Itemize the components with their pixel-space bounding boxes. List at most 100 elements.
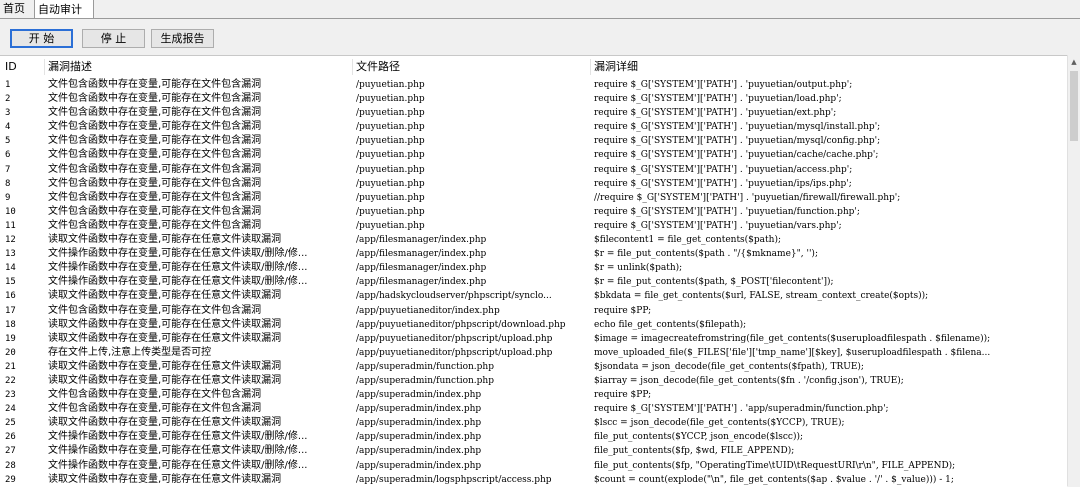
table-row[interactable]: 25 读取文件函数中存在变量,可能存在任意文件读取漏洞/app/superadmi… [0, 416, 1067, 430]
column-header-id[interactable]: ID [5, 56, 41, 78]
cell-detail: require $_G['SYSTEM']['PATH'] . 'puyueti… [594, 164, 853, 175]
table-row[interactable]: 23 文件包含函数中存在变量,可能存在文件包含漏洞/app/superadmin/… [0, 388, 1067, 402]
cell-file-path: /app/puyuetianeditor/phpscript/upload.ph… [356, 333, 553, 344]
cell-detail: require $PP; [594, 305, 652, 316]
column-divider[interactable] [44, 59, 45, 75]
cell-id: 10 [5, 206, 16, 217]
table-row[interactable]: 20 存在文件上传,注意上传类型是否可控/app/puyuetianeditor/… [0, 346, 1067, 360]
table-row[interactable]: 1 文件包含函数中存在变量,可能存在文件包含漏洞/puyuetian.php req… [0, 78, 1067, 92]
cell-detail: require $_G['SYSTEM']['PATH'] . 'puyueti… [594, 94, 842, 105]
table-row[interactable]: 21 读取文件函数中存在变量,可能存在任意文件读取漏洞/app/superadmi… [0, 360, 1067, 374]
cell-description: 文件包含函数中存在变量,可能存在文件包含漏洞 [48, 219, 262, 231]
column-header-detail[interactable]: 漏洞详细 [594, 56, 1064, 78]
cell-detail: $lscc = json_decode(file_get_contents($Y… [594, 418, 845, 429]
table-row[interactable]: 22 读取文件函数中存在变量,可能存在任意文件读取漏洞/app/superadmi… [0, 374, 1067, 388]
scroll-up-arrow-icon[interactable]: ▲ [1068, 55, 1080, 69]
table-row[interactable]: 18 读取文件函数中存在变量,可能存在任意文件读取漏洞/app/puyuetian… [0, 318, 1067, 332]
cell-detail: file_put_contents($fp, $wd, FILE_APPEND)… [594, 446, 795, 457]
cell-description: 读取文件函数中存在变量,可能存在任意文件读取漏洞 [48, 290, 282, 302]
cell-id: 16 [5, 291, 16, 302]
cell-description: 读取文件函数中存在变量,可能存在任意文件读取漏洞 [48, 417, 282, 429]
table-row[interactable]: 6 文件包含函数中存在变量,可能存在文件包含漏洞/puyuetian.php req… [0, 148, 1067, 162]
cell-detail: $filecontent1 = file_get_contents($path)… [594, 235, 781, 246]
cell-detail: $image = imagecreatefromstring(file_get_… [594, 333, 991, 344]
cell-description: 文件包含函数中存在变量,可能存在文件包含漏洞 [48, 163, 262, 175]
cell-file-path: /app/superadmin/index.php [356, 390, 482, 401]
cell-id: 13 [5, 249, 16, 260]
table-row[interactable]: 29 读取文件函数中存在变量,可能存在任意文件读取漏洞/app/superadmi… [0, 473, 1067, 487]
table-row[interactable]: 2 文件包含函数中存在变量,可能存在文件包含漏洞/puyuetian.php req… [0, 92, 1067, 106]
table-row[interactable]: 10 文件包含函数中存在变量,可能存在文件包含漏洞/puyuetian.php re… [0, 205, 1067, 219]
cell-detail: require $_G['SYSTEM']['PATH'] . 'puyueti… [594, 136, 881, 147]
tab-bar: 首页 自动审计 [0, 0, 1080, 19]
table-row[interactable]: 26 文件操作函数中存在变量,可能存在任意文件读取/删除/修... /app/sup… [0, 430, 1067, 444]
cell-description: 文件包含函数中存在变量,可能存在文件包含漏洞 [48, 304, 262, 316]
table-row[interactable]: 14 文件操作函数中存在变量,可能存在任意文件读取/删除/修... /app/fil… [0, 261, 1067, 275]
column-header-description[interactable]: 漏洞描述 [48, 56, 353, 78]
results-table[interactable]: ID 漏洞描述 文件路径 漏洞详细 1 文件包含函数中存在变量,可能存在文件包含漏… [0, 55, 1067, 487]
tab-home[interactable]: 首页 [0, 0, 34, 17]
vertical-scrollbar[interactable]: ▲ [1067, 55, 1080, 486]
table-row[interactable]: 5 文件包含函数中存在变量,可能存在文件包含漏洞/puyuetian.php req… [0, 134, 1067, 148]
cell-file-path: /puyuetian.php [356, 108, 425, 119]
table-row[interactable]: 12 读取文件函数中存在变量,可能存在任意文件读取漏洞/app/filesmana… [0, 233, 1067, 247]
table-row[interactable]: 27 文件操作函数中存在变量,可能存在任意文件读取/删除/修... /app/sup… [0, 444, 1067, 458]
table-row[interactable]: 19 读取文件函数中存在变量,可能存在任意文件读取漏洞/app/puyuetian… [0, 332, 1067, 346]
column-header-file-path[interactable]: 文件路径 [356, 56, 591, 78]
table-header: ID 漏洞描述 文件路径 漏洞详细 [0, 56, 1067, 78]
cell-description: 文件操作函数中存在变量,可能存在任意文件读取/删除/修... [48, 248, 308, 260]
cell-id: 18 [5, 319, 16, 330]
cell-detail: require $_G['SYSTEM']['PATH'] . 'puyueti… [594, 80, 853, 90]
table-row[interactable]: 4 文件包含函数中存在变量,可能存在文件包含漏洞/puyuetian.php req… [0, 120, 1067, 134]
table-row[interactable]: 24 文件包含函数中存在变量,可能存在文件包含漏洞/app/superadmin/… [0, 402, 1067, 416]
cell-id: 20 [5, 347, 16, 358]
cell-id: 21 [5, 361, 16, 372]
table-row[interactable]: 3 文件包含函数中存在变量,可能存在文件包含漏洞/puyuetian.php req… [0, 106, 1067, 120]
cell-file-path: /app/puyuetianeditor/phpscript/upload.ph… [356, 347, 553, 358]
cell-id: 1 [5, 80, 11, 90]
cell-detail: require $_G['SYSTEM']['PATH'] . 'puyueti… [594, 206, 860, 217]
cell-file-path: /puyuetian.php [356, 136, 425, 147]
cell-description: 文件包含函数中存在变量,可能存在文件包含漏洞 [48, 149, 262, 161]
table-row[interactable]: 16 读取文件函数中存在变量,可能存在任意文件读取漏洞/app/hadskyclo… [0, 289, 1067, 303]
table-row[interactable]: 17 文件包含函数中存在变量,可能存在文件包含漏洞/app/puyuetianed… [0, 304, 1067, 318]
table-row[interactable]: 15 文件操作函数中存在变量,可能存在任意文件读取/删除/修... /app/fil… [0, 275, 1067, 289]
table-row[interactable]: 11 文件包含函数中存在变量,可能存在文件包含漏洞/puyuetian.php re… [0, 219, 1067, 233]
generate-report-button[interactable]: 生成报告 [151, 29, 214, 48]
cell-detail: require $_G['SYSTEM']['PATH'] . 'puyueti… [594, 108, 837, 119]
cell-detail: require $_G['SYSTEM']['PATH'] . 'puyueti… [594, 220, 842, 231]
cell-detail: file_put_contents($YCCP, json_encode($ls… [594, 432, 804, 443]
table-row[interactable]: 7 文件包含函数中存在变量,可能存在文件包含漏洞/puyuetian.php req… [0, 163, 1067, 177]
cell-id: 4 [5, 122, 11, 133]
table-row[interactable]: 13 文件操作函数中存在变量,可能存在任意文件读取/删除/修... /app/fil… [0, 247, 1067, 261]
column-divider[interactable] [352, 59, 353, 75]
column-divider[interactable] [590, 59, 591, 75]
cell-file-path: /app/superadmin/index.php [356, 432, 482, 443]
cell-description: 文件包含函数中存在变量,可能存在文件包含漏洞 [48, 107, 262, 119]
cell-description: 文件操作函数中存在变量,可能存在任意文件读取/删除/修... [48, 262, 308, 274]
cell-description: 文件操作函数中存在变量,可能存在任意文件读取/删除/修... [48, 431, 308, 443]
cell-id: 15 [5, 277, 16, 288]
cell-file-path: /puyuetian.php [356, 206, 425, 217]
cell-file-path: /app/superadmin/index.php [356, 460, 482, 471]
start-button[interactable]: 开 始 [10, 29, 73, 48]
cell-detail: $jsondata = json_decode(file_get_content… [594, 361, 864, 372]
cell-id: 27 [5, 446, 16, 457]
cell-description: 文件包含函数中存在变量,可能存在文件包含漏洞 [48, 389, 262, 401]
cell-file-path: /puyuetian.php [356, 220, 425, 231]
cell-file-path: /puyuetian.php [356, 192, 425, 203]
cell-id: 19 [5, 333, 16, 344]
cell-detail: $count = count(explode("\n", file_get_co… [594, 474, 954, 485]
table-row[interactable]: 8 文件包含函数中存在变量,可能存在文件包含漏洞/puyuetian.php req… [0, 177, 1067, 191]
cell-detail: $bkdata = file_get_contents($url, FALSE,… [594, 291, 929, 302]
cell-file-path: /app/superadmin/function.php [356, 361, 494, 372]
table-row[interactable]: 9 文件包含函数中存在变量,可能存在文件包含漏洞/puyuetian.php //r… [0, 191, 1067, 205]
cell-id: 2 [5, 94, 11, 105]
scrollbar-thumb[interactable] [1070, 71, 1078, 141]
tab-auto-audit[interactable]: 自动审计 [34, 0, 94, 18]
stop-button[interactable]: 停 止 [82, 29, 145, 48]
cell-description: 读取文件函数中存在变量,可能存在任意文件读取漏洞 [48, 473, 282, 485]
cell-description: 文件包含函数中存在变量,可能存在文件包含漏洞 [48, 135, 262, 147]
table-row[interactable]: 28 文件操作函数中存在变量,可能存在任意文件读取/删除/修... /app/sup… [0, 459, 1067, 473]
cell-id: 6 [5, 150, 11, 161]
